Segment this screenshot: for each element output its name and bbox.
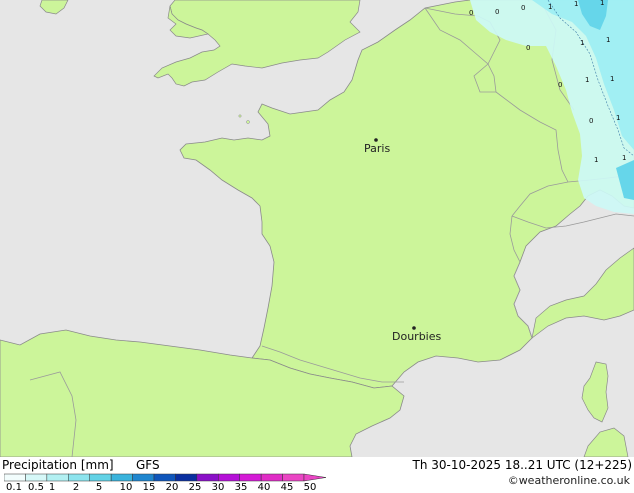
scale-swatch <box>175 473 198 482</box>
scale-swatch <box>89 473 112 482</box>
credit: ©weatheronline.co.uk <box>507 474 630 487</box>
scale-label: 35 <box>234 482 248 493</box>
island-guernsey <box>238 114 242 118</box>
product-title: Precipitation [mm] <box>2 458 114 472</box>
precip-value: 1 <box>585 76 589 84</box>
scale-label: 50 <box>303 482 317 493</box>
city-label: Dourbies <box>392 330 442 343</box>
map-viewer: Paris Dourbies 0 0 1 1 1 0 1 1 0 1 0 1 1… <box>0 0 634 493</box>
scale-label: 20 <box>165 482 179 493</box>
precip-value: 1 <box>610 75 614 83</box>
precip-value: 1 <box>616 114 620 122</box>
scale-swatch <box>46 473 69 482</box>
precip-value: 0 <box>526 44 530 52</box>
scale-swatch <box>239 473 262 482</box>
scale-label: 15 <box>142 482 156 493</box>
precip-value: 1 <box>548 3 552 11</box>
precip-value: 1 <box>606 36 610 44</box>
precip-value: 1 <box>594 156 598 164</box>
scale-label: 25 <box>188 482 202 493</box>
scale-label: 30 <box>211 482 225 493</box>
precip-value: 1 <box>600 0 604 7</box>
scale-label: 2 <box>72 482 80 493</box>
scale-swatch <box>4 473 26 482</box>
scale-label: 40 <box>257 482 271 493</box>
scale-label: 0.1 <box>6 482 22 493</box>
precip-value: 0 <box>469 9 473 17</box>
scale-label: 5 <box>95 482 103 493</box>
precip-value: 0 <box>495 8 499 16</box>
scale-label: 1 <box>48 482 56 493</box>
scale-swatch <box>132 473 155 482</box>
scale-swatch <box>110 473 133 482</box>
precip-value: 0 <box>521 4 525 12</box>
color-scale <box>4 473 326 482</box>
scale-label: 0.5 <box>28 482 44 493</box>
precip-value: 1 <box>580 39 584 47</box>
legend-footer: Precipitation [mm] GFS Th 30-10-2025 18.… <box>0 457 634 493</box>
scale-overflow-arrow <box>303 473 326 482</box>
scale-swatch <box>25 473 48 482</box>
scale-label: 10 <box>119 482 133 493</box>
scale-swatch <box>260 473 283 482</box>
scale-swatch <box>68 473 90 482</box>
precip-value: 1 <box>574 0 578 8</box>
scale-label: 45 <box>280 482 294 493</box>
scale-swatch <box>153 473 176 482</box>
precipitation-map: Paris Dourbies 0 0 1 1 1 0 1 1 0 1 0 1 1… <box>0 0 634 457</box>
city-label: Paris <box>364 142 390 155</box>
scale-swatch <box>218 473 240 482</box>
model-name: GFS <box>136 458 160 472</box>
precip-value: 0 <box>558 81 562 89</box>
scale-swatches <box>4 473 326 482</box>
valid-time: Th 30-10-2025 18..21 UTC (12+225) <box>412 458 632 472</box>
island-jersey <box>246 120 250 124</box>
precip-value: 0 <box>589 117 593 125</box>
precip-value: 1 <box>622 154 626 162</box>
scale-swatch <box>282 473 305 482</box>
scale-swatch <box>196 473 219 482</box>
